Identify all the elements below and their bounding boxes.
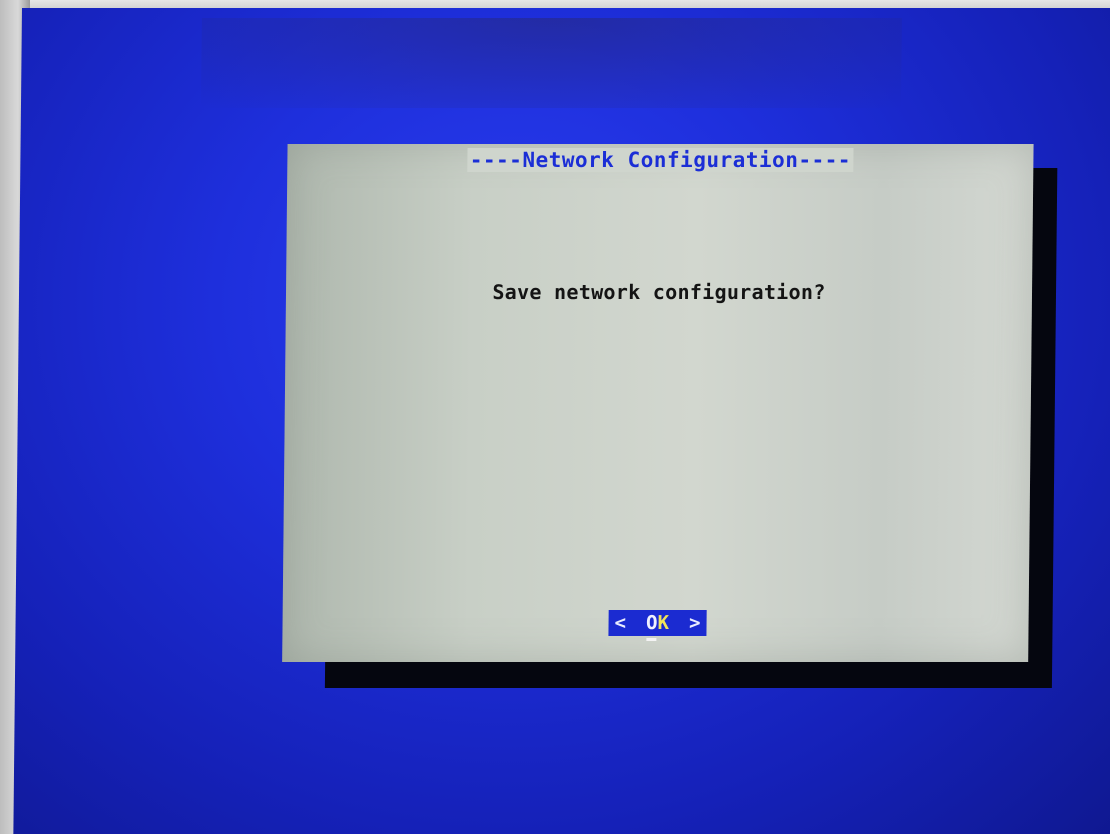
screen-glare bbox=[200, 18, 902, 108]
ok-button-right-bracket: > bbox=[688, 612, 701, 634]
ok-button-left-bracket: < bbox=[614, 612, 627, 634]
dialog-title: ----Network Configuration---- bbox=[287, 148, 1033, 172]
network-configuration-dialog: ----Network Configuration---- Save netwo… bbox=[282, 144, 1034, 662]
ok-button-label: OK bbox=[645, 610, 670, 641]
console-screen: ----Network Configuration---- Save netwo… bbox=[13, 8, 1110, 834]
ok-button[interactable]: < OK > bbox=[608, 610, 707, 641]
photo-frame: ----Network Configuration---- Save netwo… bbox=[0, 0, 1110, 834]
dialog-message: Save network configuration? bbox=[492, 280, 826, 304]
ok-button-label-first: O bbox=[645, 612, 658, 634]
text-cursor bbox=[645, 638, 656, 641]
dialog-title-text: ----Network Configuration---- bbox=[467, 148, 854, 172]
ok-button-label-hotkey: K bbox=[657, 612, 670, 634]
